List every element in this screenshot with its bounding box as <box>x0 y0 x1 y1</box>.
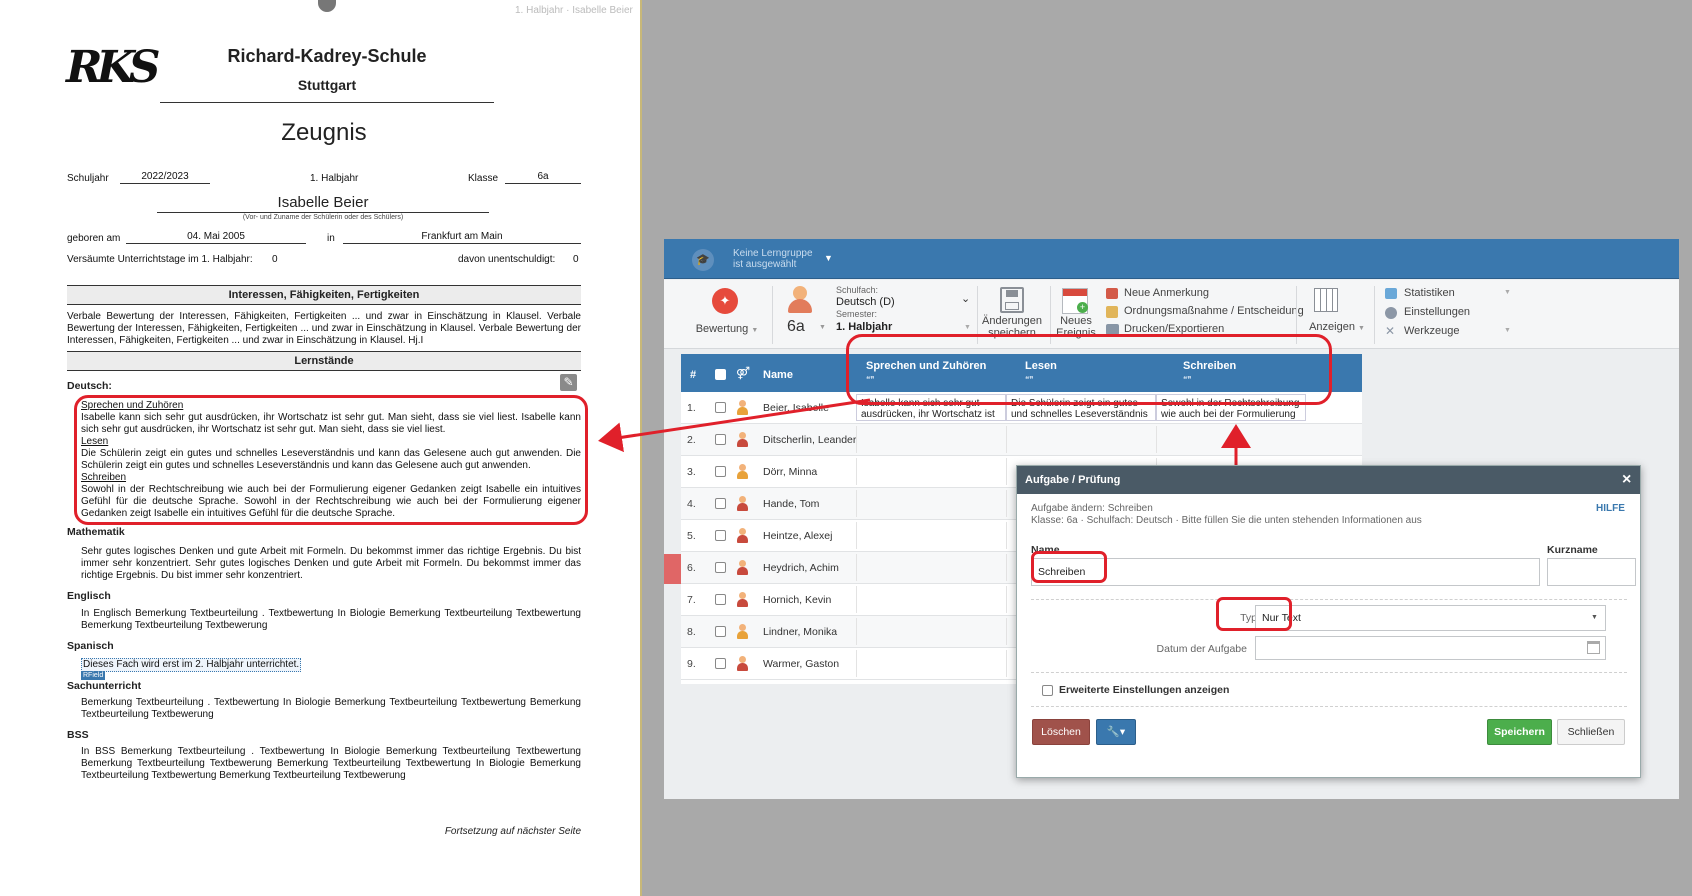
datum-label: Datum der Aufgabe <box>1156 643 1247 655</box>
dialog-info-line2: Klasse: 6a · Schulfach: Deutsch · Bitte … <box>1031 515 1422 526</box>
task-dialog: Aufgabe / Prüfung × Aufgabe ändern: Schr… <box>1016 465 1641 778</box>
annotation-box-typ <box>1216 597 1292 631</box>
arrow-grid-to-document <box>598 398 871 453</box>
dialog-divider <box>1031 706 1627 707</box>
kurzname-label: Kurzname <box>1547 544 1598 556</box>
typ-caret-icon[interactable]: ▼ <box>1591 614 1598 621</box>
dialog-divider <box>1031 599 1627 600</box>
dialog-divider <box>1031 672 1627 673</box>
close-button[interactable]: Schließen <box>1557 719 1625 745</box>
delete-button[interactable]: Löschen <box>1032 719 1090 745</box>
datum-input[interactable] <box>1255 636 1606 660</box>
calendar-picker-icon[interactable] <box>1587 641 1600 654</box>
kurzname-input[interactable] <box>1547 558 1636 586</box>
dialog-title: Aufgabe / Prüfung <box>1017 466 1640 494</box>
annotation-box-name <box>1031 551 1107 583</box>
typ-select[interactable]: Nur Text <box>1255 605 1606 631</box>
help-link[interactable]: HILFE <box>1596 503 1625 514</box>
advanced-settings-label: Erweiterte Einstellungen anzeigen <box>1059 684 1230 696</box>
advanced-settings-checkbox[interactable] <box>1042 685 1053 696</box>
dialog-close-icon[interactable]: × <box>1622 471 1631 489</box>
save-button[interactable]: Speichern <box>1487 719 1552 745</box>
name-input[interactable]: Schreiben <box>1031 558 1540 586</box>
dialog-info-line1: Aufgabe ändern: Schreiben <box>1031 503 1153 514</box>
wrench-dropdown-button[interactable]: 🔧▾ <box>1096 719 1136 745</box>
